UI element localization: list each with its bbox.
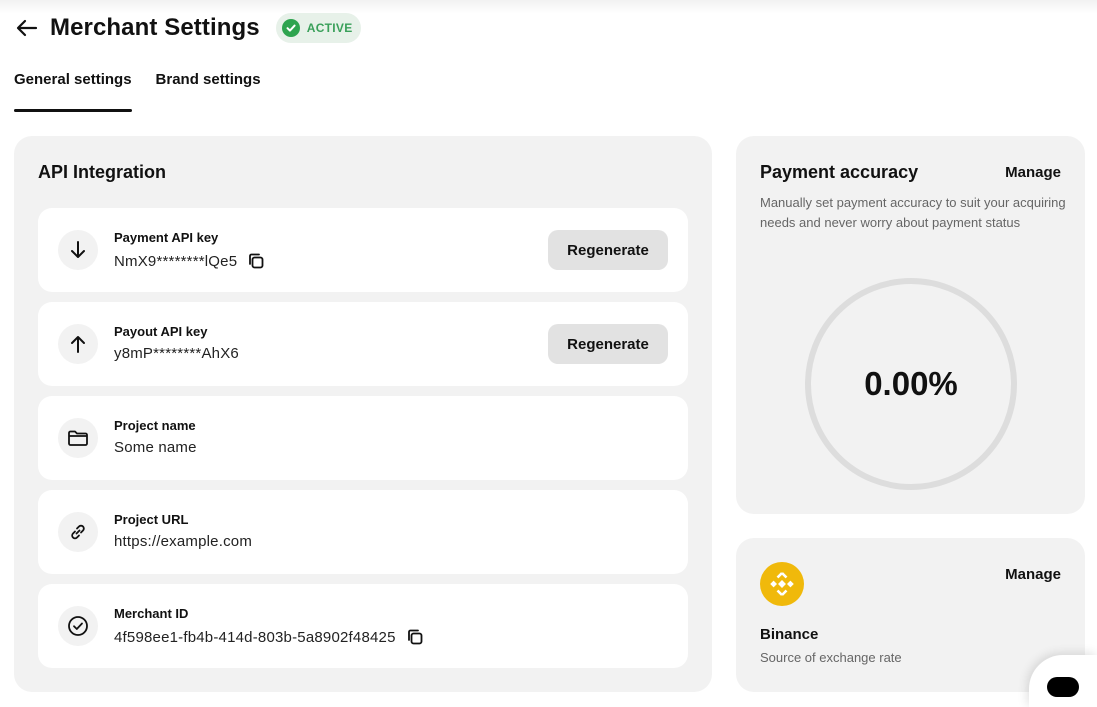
arrow-up-icon bbox=[58, 324, 98, 364]
page-header: Merchant Settings ACTIVE bbox=[14, 12, 361, 44]
status-badge: ACTIVE bbox=[275, 13, 361, 43]
exchange-source-subtitle: Source of exchange rate bbox=[760, 650, 902, 665]
folder-icon bbox=[58, 418, 98, 458]
settings-tabs: General settings Brand settings bbox=[14, 68, 261, 112]
payment-accuracy-card: Payment accuracy Manage Manually set pay… bbox=[736, 136, 1085, 514]
accuracy-value: 0.00% bbox=[864, 365, 958, 402]
project-url-row: Project URL https://example.com bbox=[38, 490, 688, 574]
merchant-id-label: Merchant ID bbox=[114, 606, 189, 621]
back-button[interactable] bbox=[14, 15, 40, 41]
chat-widget-button[interactable] bbox=[1029, 655, 1097, 707]
payout-api-key-label: Payout API key bbox=[114, 324, 208, 339]
exchange-source-card: Manage Binance Source of exchange rate bbox=[736, 538, 1085, 692]
payment-api-key-value-wrap: NmX9********lQe5 bbox=[114, 251, 266, 271]
tab-general-settings[interactable]: General settings bbox=[14, 68, 132, 112]
payment-api-key-value: NmX9********lQe5 bbox=[114, 252, 238, 270]
exchange-source-manage-link[interactable]: Manage bbox=[1005, 566, 1061, 583]
project-name-label: Project name bbox=[114, 418, 196, 433]
merchant-id-value: 4f598ee1-fb4b-414d-803b-5a8902f48425 bbox=[114, 628, 396, 646]
payment-api-key-row: Payment API key NmX9********lQe5 Regener… bbox=[38, 208, 688, 292]
tab-brand-settings[interactable]: Brand settings bbox=[156, 68, 261, 112]
regenerate-payment-key-button[interactable]: Regenerate bbox=[548, 230, 668, 270]
payment-api-key-label: Payment API key bbox=[114, 230, 219, 245]
payment-accuracy-manage-link[interactable]: Manage bbox=[1005, 164, 1061, 181]
project-name-row: Project name Some name bbox=[38, 396, 688, 480]
regenerate-payout-key-button[interactable]: Regenerate bbox=[548, 324, 668, 364]
payment-accuracy-title: Payment accuracy bbox=[760, 162, 919, 182]
merchant-id-row: Merchant ID 4f598ee1-fb4b-414d-803b-5a89… bbox=[38, 584, 688, 668]
arrow-down-icon bbox=[58, 230, 98, 270]
check-icon bbox=[281, 19, 300, 37]
page-title: Merchant Settings bbox=[50, 14, 260, 41]
payment-accuracy-description: Manually set payment accuracy to suit yo… bbox=[760, 195, 1066, 230]
api-integration-title: API Integration bbox=[38, 162, 167, 182]
binance-logo-icon bbox=[760, 562, 804, 606]
project-url-value: https://example.com bbox=[114, 533, 253, 550]
link-icon bbox=[58, 512, 98, 552]
copy-icon[interactable] bbox=[246, 251, 266, 271]
payout-api-key-row: Payout API key y8mP********AhX6 Regenera… bbox=[38, 302, 688, 386]
project-name-value: Some name bbox=[114, 439, 197, 456]
api-integration-card: API Integration Payment API key NmX9****… bbox=[14, 136, 712, 692]
copy-icon[interactable] bbox=[405, 627, 425, 647]
arrow-left-icon bbox=[16, 19, 38, 37]
check-circle-icon bbox=[58, 606, 98, 646]
merchant-id-value-wrap: 4f598ee1-fb4b-414d-803b-5a8902f48425 bbox=[114, 627, 425, 647]
exchange-source-name: Binance bbox=[760, 626, 819, 643]
chat-bubble-icon bbox=[1047, 677, 1079, 697]
project-url-label: Project URL bbox=[114, 512, 189, 527]
payout-api-key-value: y8mP********AhX6 bbox=[114, 345, 239, 362]
status-text: ACTIVE bbox=[306, 21, 353, 35]
